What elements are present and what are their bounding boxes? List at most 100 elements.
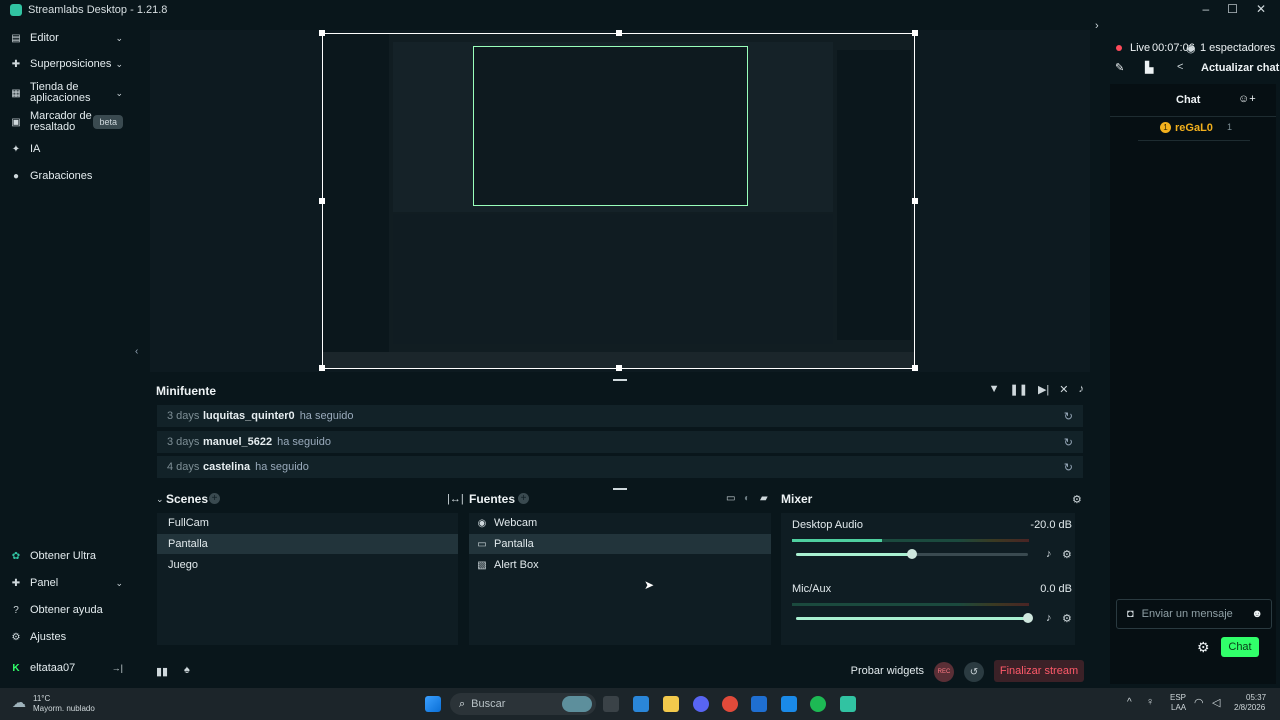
wifi-icon[interactable]: ◠ xyxy=(1194,696,1204,709)
volume-slider[interactable] xyxy=(796,549,1028,559)
channel-settings-icon[interactable]: ⚙ xyxy=(1062,612,1072,625)
channel-settings-icon[interactable]: ⚙ xyxy=(1062,548,1072,561)
skip-icon[interactable]: ▶| xyxy=(1038,383,1049,396)
resize-handle[interactable] xyxy=(616,30,622,36)
end-stream-button[interactable]: Finalizar stream xyxy=(994,660,1084,682)
stream-info-icon[interactable]: ▙ xyxy=(1145,61,1153,74)
task-view-icon[interactable] xyxy=(603,696,619,712)
sidebar-item-editor[interactable]: ▤ Editor ⌄ xyxy=(0,30,133,46)
replay-icon[interactable]: ↻ xyxy=(1064,436,1073,449)
speaker-icon[interactable]: ♪ xyxy=(1046,612,1052,624)
chat-settings-icon[interactable]: ⚙ xyxy=(1197,639,1210,656)
source-item[interactable]: ▧ Alert Box xyxy=(469,555,771,575)
widgets-app-icon[interactable] xyxy=(633,696,649,712)
discord-icon[interactable] xyxy=(693,696,709,712)
outlook-icon[interactable] xyxy=(781,696,797,712)
resize-handle[interactable] xyxy=(616,365,622,371)
filter-icon[interactable]: ▼ xyxy=(989,383,1000,396)
mute-alerts-icon[interactable]: ✕ xyxy=(1059,383,1068,396)
ai-icon: ✦ xyxy=(11,143,21,155)
minimize-button[interactable]: – xyxy=(1202,2,1209,16)
mixer-settings-icon[interactable]: ⚙ xyxy=(1072,493,1082,506)
chrome-icon[interactable] xyxy=(722,696,738,712)
sidebar-item-recordings[interactable]: ● Grabaciones xyxy=(0,168,133,184)
sidebar-item-help[interactable]: ? Obtener ayuda xyxy=(0,602,133,618)
store-icon[interactable] xyxy=(751,696,767,712)
resize-divider[interactable] xyxy=(613,488,627,490)
scene-item[interactable]: Pantalla xyxy=(157,534,458,554)
resize-handle[interactable] xyxy=(912,30,918,36)
add-source-icon[interactable]: + xyxy=(518,493,529,504)
sidebar-item-highlighter[interactable]: ▣ Marcador de resaltado beta xyxy=(0,109,133,135)
collapse-sidebar-icon[interactable]: ‹ xyxy=(135,346,138,357)
windows-start-icon[interactable] xyxy=(425,696,441,712)
volume-knob[interactable] xyxy=(1023,613,1033,623)
volume-slider[interactable] xyxy=(796,613,1033,623)
chat-input[interactable]: ◘ Enviar un mensaje ☻ xyxy=(1116,599,1272,629)
expand-panel-icon[interactable]: › xyxy=(1095,20,1099,32)
sidebar-item-ultra[interactable]: ✿ Obtener Ultra xyxy=(0,548,133,564)
add-scene-icon[interactable]: + xyxy=(209,493,220,504)
record-button[interactable]: REC xyxy=(934,662,954,682)
source-item[interactable]: ◉ Webcam xyxy=(469,513,771,533)
sidebar-item-ai[interactable]: ✦ IA xyxy=(0,141,133,157)
streamlabs-taskbar-icon[interactable] xyxy=(840,696,856,712)
tray-chevron-icon[interactable]: ^ xyxy=(1127,697,1132,708)
sidebar-user[interactable]: K eltataa07 →| xyxy=(0,660,133,676)
speaker-icon[interactable]: ♪ xyxy=(1046,548,1052,560)
keyboard-layout-indicator[interactable]: LAA xyxy=(1171,703,1186,712)
language-indicator[interactable]: ESP xyxy=(1170,693,1186,702)
weather-temp[interactable]: 11°C xyxy=(33,694,50,703)
microphone-icon[interactable]: ♀ xyxy=(1146,696,1154,708)
volume-tray-icon[interactable]: ◁ xyxy=(1212,696,1220,709)
lock-source-icon[interactable]: ◐ xyxy=(744,493,750,504)
users-icon[interactable]: ☺+ xyxy=(1238,93,1256,105)
scene-item[interactable]: FullCam xyxy=(157,513,458,533)
volume-icon[interactable]: ♪ xyxy=(1079,383,1085,396)
emoji-icon[interactable]: ☻ xyxy=(1251,608,1263,620)
weather-description[interactable]: Mayorm. nublado xyxy=(33,704,95,713)
edit-stream-icon[interactable]: ✎ xyxy=(1115,61,1124,74)
search-icon: ⌕ xyxy=(459,697,466,710)
scene-transitions-icon[interactable]: |↔| xyxy=(447,493,464,505)
resize-handle[interactable] xyxy=(912,365,918,371)
test-widgets-button[interactable]: Probar widgets xyxy=(851,665,924,677)
resize-handle[interactable] xyxy=(912,198,918,204)
chat-viewer-name: reGaL0 xyxy=(1175,122,1213,134)
volume-knob[interactable] xyxy=(907,549,917,559)
notifications-icon[interactable]: ♠ xyxy=(184,664,190,676)
performance-icon[interactable]: ▮▮ xyxy=(156,665,168,678)
source-label: Webcam xyxy=(494,517,538,529)
feed-user: luquitas_quinter0 xyxy=(203,410,295,422)
sidebar-item-overlays[interactable]: ✚ Superposiciones ⌄ xyxy=(0,56,133,72)
source-label: Pantalla xyxy=(494,538,534,550)
add-folder-icon[interactable]: ▰ xyxy=(760,493,768,504)
close-button[interactable]: ✕ xyxy=(1256,2,1266,16)
sidebar-item-panel[interactable]: ✚ Panel ⌄ xyxy=(0,575,133,591)
source-layout-icon[interactable]: ▭ xyxy=(726,493,735,504)
resize-handle[interactable] xyxy=(319,365,325,371)
pause-icon[interactable]: ❚❚ xyxy=(1010,383,1028,396)
clock-date[interactable]: 2/8/2026 xyxy=(1234,703,1265,712)
stream-preview[interactable] xyxy=(322,33,915,369)
replay-icon[interactable]: ↻ xyxy=(1064,461,1073,474)
scene-item[interactable]: Juego xyxy=(157,555,458,575)
spotify-icon[interactable] xyxy=(810,696,826,712)
resize-handle[interactable] xyxy=(319,198,325,204)
share-icon[interactable]: < xyxy=(1177,61,1183,73)
taskbar-search[interactable]: ⌕ Buscar xyxy=(450,693,596,715)
refresh-chat-button[interactable]: Actualizar chat xyxy=(1201,62,1279,74)
file-explorer-icon[interactable] xyxy=(663,696,679,712)
maximize-button[interactable]: ☐ xyxy=(1227,2,1238,16)
clock-time[interactable]: 05:37 xyxy=(1246,693,1266,702)
resize-handle[interactable] xyxy=(319,30,325,36)
replay-icon[interactable]: ↻ xyxy=(1064,410,1073,423)
collapse-chevron-icon[interactable]: ⌄ xyxy=(156,494,164,505)
chat-send-button[interactable]: Chat xyxy=(1221,637,1259,657)
replay-buffer-icon[interactable]: ↺ xyxy=(964,662,984,682)
logout-icon[interactable]: →| xyxy=(112,663,123,673)
source-item[interactable]: ▭ Pantalla xyxy=(469,534,771,554)
help-icon: ? xyxy=(13,604,19,616)
sidebar-item-app-store[interactable]: ▦ Tienda de aplicaciones ⌄ xyxy=(0,80,133,106)
sidebar-item-settings[interactable]: ⚙ Ajustes xyxy=(0,629,133,645)
